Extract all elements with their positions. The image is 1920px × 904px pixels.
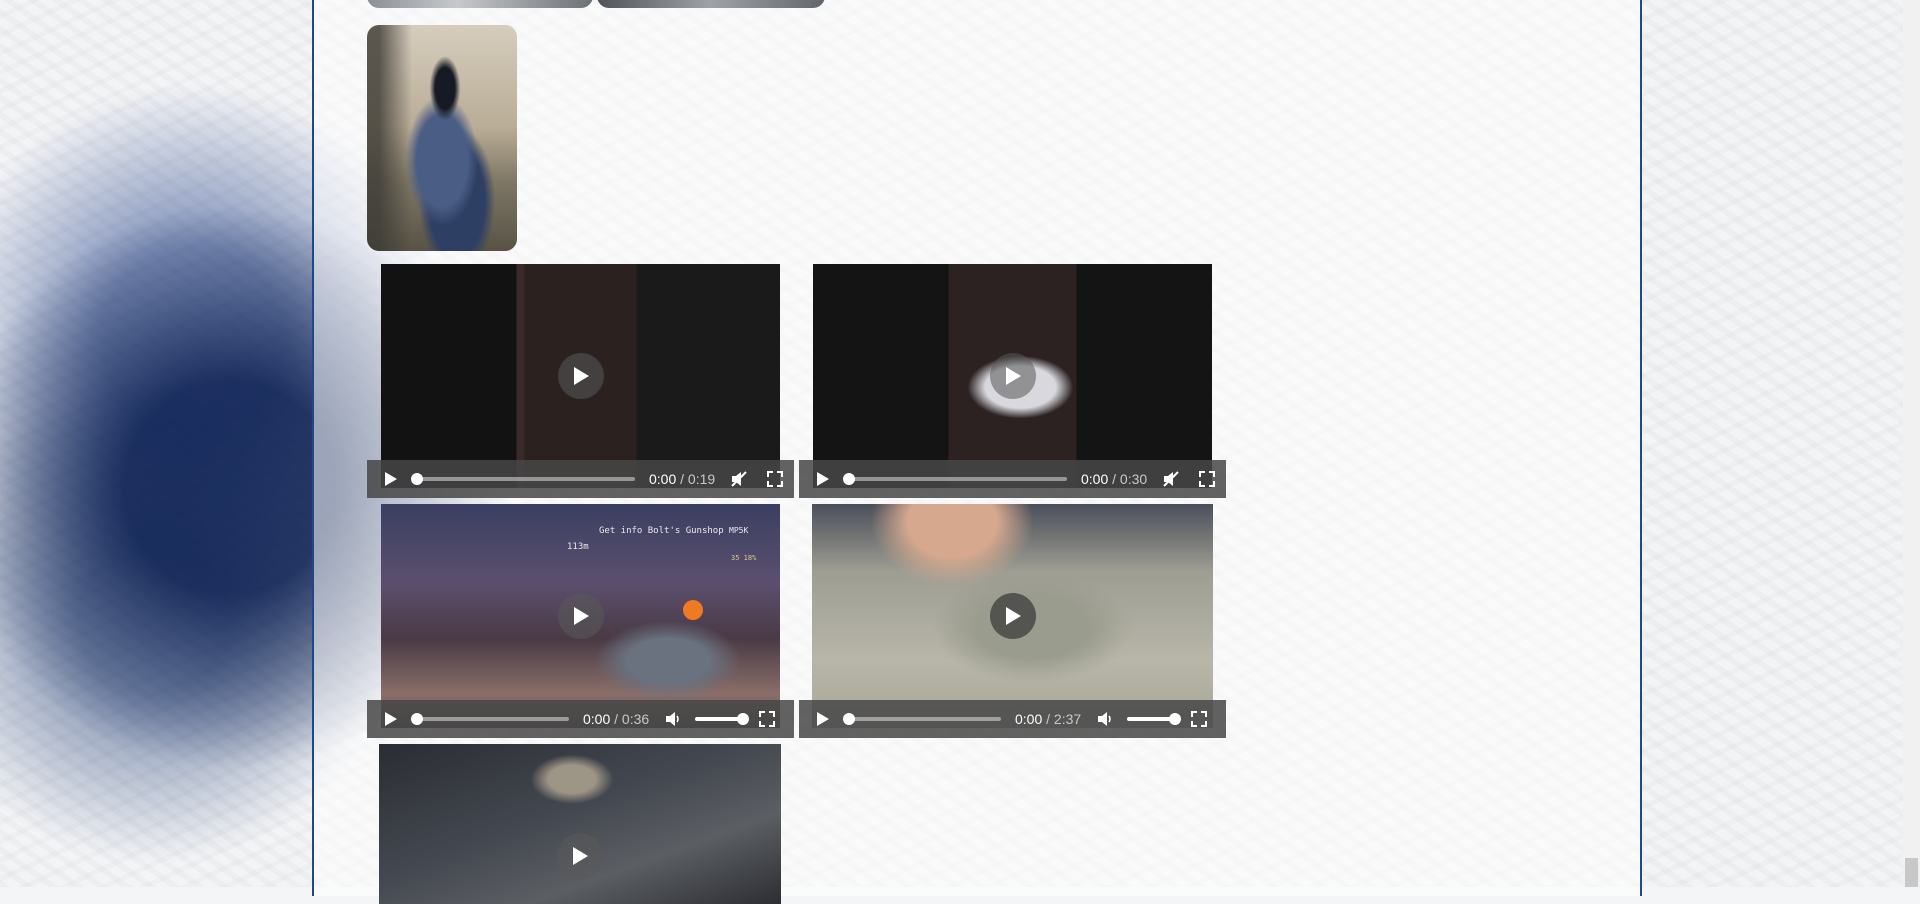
scrollbar-thumb[interactable]	[1905, 858, 1918, 887]
seek-knob[interactable]	[843, 473, 855, 485]
time-display: 0:00 / 0:30	[1081, 471, 1147, 487]
volume-icon[interactable]	[1093, 707, 1117, 731]
video-player-2[interactable]: 0:00 / 0:30	[799, 264, 1226, 498]
play-button[interactable]	[377, 465, 405, 493]
volume-knob[interactable]	[1169, 713, 1182, 725]
hud-weapon: MP5K	[729, 526, 749, 535]
duration: / 0:19	[680, 471, 716, 487]
play-overlay-icon[interactable]	[557, 353, 604, 399]
seek-bar[interactable]	[843, 713, 1001, 725]
video-controls: 0:00 / 2:37	[799, 700, 1226, 738]
duration: / 0:30	[1112, 471, 1148, 487]
video-controls: 0:00 / 0:30	[799, 460, 1226, 498]
play-button[interactable]	[809, 465, 837, 493]
seek-knob[interactable]	[411, 473, 423, 485]
seek-knob[interactable]	[843, 713, 855, 725]
play-overlay-icon[interactable]	[989, 353, 1036, 399]
seek-bar[interactable]	[843, 473, 1067, 485]
volume-knob[interactable]	[737, 713, 750, 725]
page-scrollbar[interactable]	[1903, 0, 1920, 887]
fullscreen-icon[interactable]	[763, 467, 787, 491]
seek-bar[interactable]	[411, 713, 569, 725]
video-player-3[interactable]: Get info Bolt's Gunshop 113m MP5K 35 18%…	[367, 504, 794, 738]
hud-orange-icon	[683, 600, 703, 620]
fullscreen-icon[interactable]	[1187, 707, 1211, 731]
time-display: 0:00 / 0:19	[649, 471, 715, 487]
current-time: 0:00	[583, 711, 611, 727]
video-frame	[379, 744, 781, 904]
duration: / 2:37	[1046, 711, 1082, 727]
current-time: 0:00	[1015, 711, 1043, 727]
volume-slider[interactable]	[1127, 713, 1182, 725]
duration: / 0:36	[614, 711, 650, 727]
volume-icon[interactable]	[661, 707, 685, 731]
muted-icon[interactable]	[1159, 467, 1183, 491]
hud-ammo: 35 18%	[731, 554, 757, 562]
play-overlay-icon[interactable]	[557, 833, 603, 879]
image-thumbnail[interactable]	[367, 0, 593, 8]
video-controls: 0:00 / 0:36	[367, 700, 794, 738]
volume-slider[interactable]	[695, 713, 750, 725]
current-time: 0:00	[1081, 471, 1109, 487]
photo-thumbnail-person[interactable]	[367, 25, 517, 251]
current-time: 0:00	[649, 471, 677, 487]
fullscreen-icon[interactable]	[1195, 467, 1219, 491]
video-player-4[interactable]: 0:00 / 2:37	[799, 504, 1226, 738]
hud-distance: 113m	[567, 542, 589, 552]
fullscreen-icon[interactable]	[755, 707, 779, 731]
play-overlay-icon[interactable]	[989, 593, 1036, 639]
play-overlay-icon[interactable]	[557, 593, 604, 639]
seek-knob[interactable]	[411, 713, 423, 725]
video-player-1[interactable]: 0:00 / 0:19	[367, 264, 794, 498]
time-display: 0:00 / 2:37	[1015, 711, 1081, 727]
hud-title: Get info Bolt's Gunshop	[599, 526, 724, 536]
seek-bar[interactable]	[411, 473, 635, 485]
image-thumbnail[interactable]	[597, 0, 825, 8]
video-controls: 0:00 / 0:19	[367, 460, 794, 498]
play-button[interactable]	[377, 705, 405, 733]
play-button[interactable]	[809, 705, 837, 733]
muted-icon[interactable]	[727, 467, 751, 491]
video-player-5[interactable]	[379, 744, 781, 904]
time-display: 0:00 / 0:36	[583, 711, 649, 727]
